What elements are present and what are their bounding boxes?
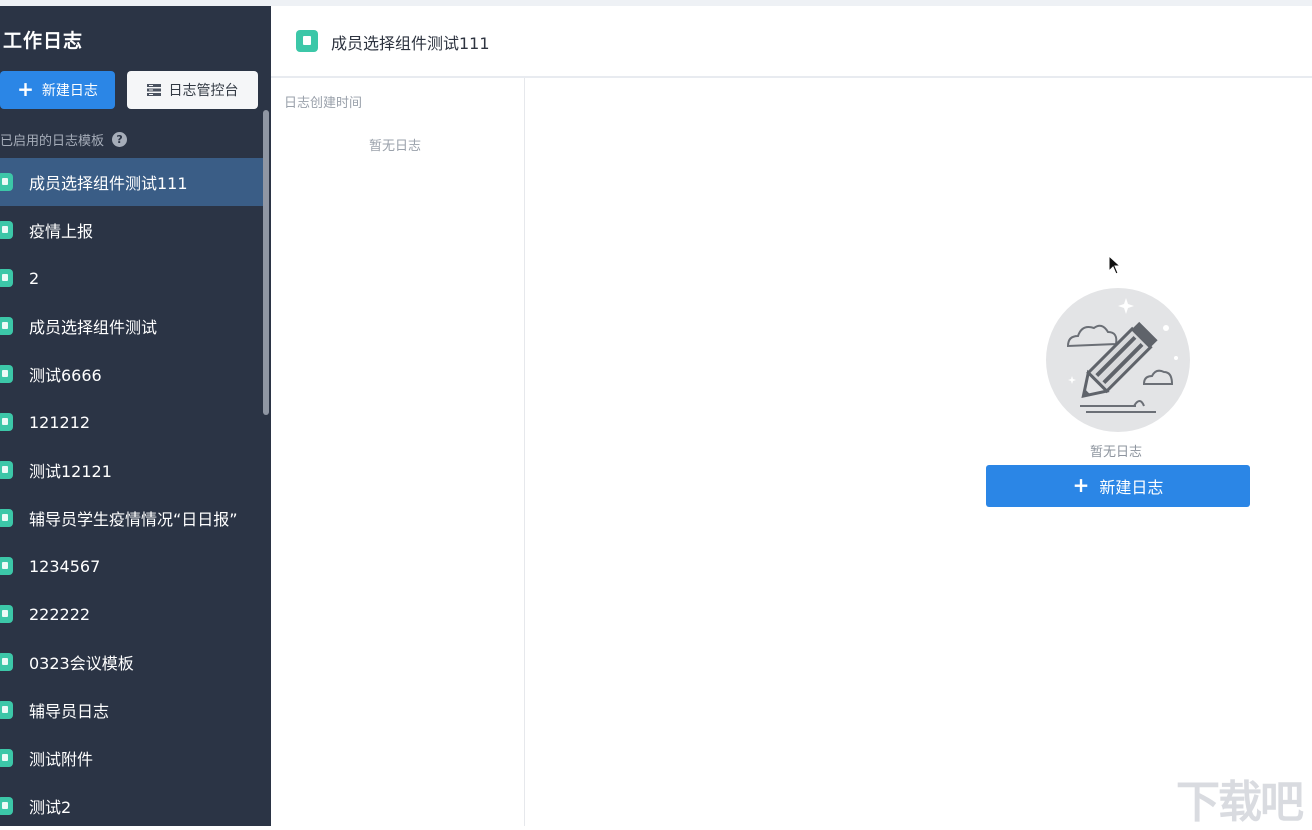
sidebar-template-item[interactable]: 成员选择组件测试 (0, 302, 264, 350)
log-list-panel: 日志创建时间 暂无日志 (271, 78, 525, 826)
template-book-icon (0, 701, 13, 719)
template-book-icon (0, 461, 13, 479)
sidebar-template-label: 辅导员日志 (29, 702, 110, 721)
pencil-illustration-icon (1046, 288, 1190, 432)
main-empty-text: 暂无日志 (1090, 445, 1143, 460)
template-icon (296, 30, 318, 52)
log-list-empty-text: 暂无日志 (369, 139, 422, 154)
sidebar-template-label: 1234567 (29, 556, 101, 576)
watermark-text: 下载吧 (1176, 777, 1304, 828)
sidebar-template-item[interactable]: 辅导员学生疫情情况“日日报” (0, 494, 264, 542)
main-new-log-button-label: 新建日志 (1099, 478, 1164, 497)
sidebar-scrollbar[interactable] (263, 110, 269, 415)
sidebar-template-label: 222222 (29, 604, 91, 624)
new-log-button[interactable]: + 新建日志 (0, 71, 115, 109)
console-icon (146, 84, 161, 96)
main-new-log-button[interactable]: + 新建日志 (986, 465, 1250, 507)
sidebar-title: 工作日志 (3, 30, 84, 52)
template-book-icon (0, 269, 13, 287)
sidebar-template-label: 0323会议模板 (29, 654, 134, 673)
mouse-cursor-icon (1108, 255, 1122, 275)
page-title: 成员选择组件测试111 (331, 34, 490, 53)
plus-icon: + (1072, 473, 1090, 497)
sidebar: 工作日志 + 新建日志 日志管控台 已启用的日志模板 ? 成员选择组件测试111… (0, 6, 271, 826)
help-icon[interactable]: ? (112, 132, 128, 147)
sidebar-template-label: 测试12121 (29, 462, 112, 481)
sidebar-template-label: 成员选择组件测试111 (29, 174, 188, 193)
log-console-button-label: 日志管控台 (168, 83, 239, 99)
sidebar-template-item[interactable]: 测试6666 (0, 350, 264, 398)
sidebar-template-label: 测试2 (29, 798, 72, 817)
template-book-icon (0, 557, 13, 575)
sidebar-template-item[interactable]: 1234567 (0, 542, 264, 590)
log-created-time-header[interactable]: 日志创建时间 (284, 92, 362, 111)
sidebar-template-item[interactable]: 测试2 (0, 782, 264, 826)
sidebar-template-item[interactable]: 121212 (0, 398, 264, 446)
sidebar-template-item[interactable]: 2 (0, 254, 264, 302)
watermark-logo: 下载吧 (1176, 766, 1308, 828)
sidebar-template-item[interactable]: 测试12121 (0, 446, 264, 494)
sidebar-template-label: 121212 (29, 412, 91, 432)
sidebar-template-item[interactable]: 成员选择组件测试111 (0, 158, 264, 206)
template-book-icon (0, 749, 13, 767)
sidebar-template-item[interactable]: 疫情上报 (0, 206, 264, 254)
template-book-icon (0, 653, 13, 671)
template-book-icon (0, 413, 13, 431)
header: 成员选择组件测试111 (271, 6, 1312, 78)
sidebar-template-label: 疫情上报 (29, 222, 94, 241)
sidebar-template-label: 2 (29, 268, 40, 288)
template-book-icon (0, 797, 13, 815)
enabled-templates-label-text: 已启用的日志模板 (0, 134, 105, 149)
sidebar-template-item[interactable]: 0323会议模板 (0, 638, 264, 686)
template-book-icon (0, 173, 13, 191)
template-book-icon (0, 317, 13, 335)
plus-icon: + (17, 77, 34, 101)
sidebar-template-label: 辅导员学生疫情情况“日日报” (29, 510, 238, 529)
log-console-button[interactable]: 日志管控台 (127, 71, 258, 109)
template-book-icon (0, 365, 13, 383)
sidebar-template-item[interactable]: 辅导员日志 (0, 686, 264, 734)
sidebar-template-item[interactable]: 测试附件 (0, 734, 264, 782)
main-content: 暂无日志 + 新建日志 (525, 78, 1312, 826)
sidebar-template-label: 成员选择组件测试 (29, 318, 158, 337)
template-book-icon (0, 221, 13, 239)
sidebar-template-item[interactable]: 222222 (0, 590, 264, 638)
template-book-icon (0, 605, 13, 623)
template-book-icon (0, 509, 13, 527)
sidebar-template-label: 测试6666 (29, 366, 102, 385)
enabled-templates-label: 已启用的日志模板 ? (0, 130, 128, 149)
template-list: 成员选择组件测试111 疫情上报 2 成员选择组件测试 测试6666 121212 测试12… (0, 158, 264, 826)
sidebar-template-label: 测试附件 (29, 750, 94, 769)
new-log-button-label: 新建日志 (41, 83, 98, 99)
